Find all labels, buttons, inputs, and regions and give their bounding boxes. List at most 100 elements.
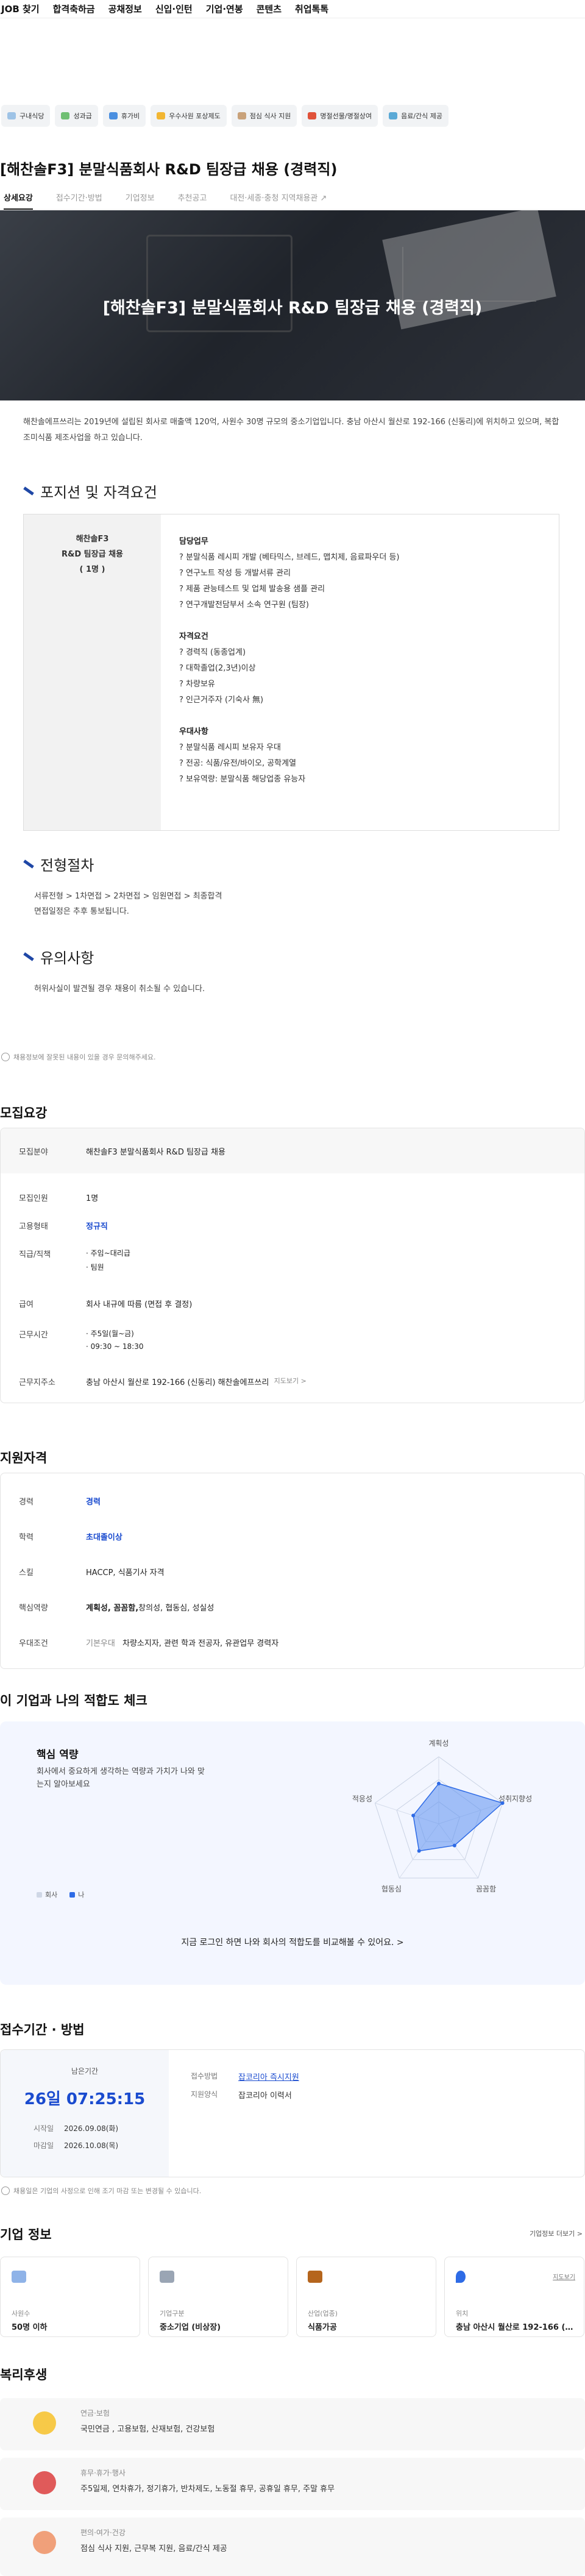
info-icon <box>1 1053 10 1061</box>
external-link-icon: ↗ <box>320 194 327 203</box>
building-icon <box>160 2271 174 2283</box>
company-more-link[interactable]: 기업정보 더보기 > <box>530 2229 583 2238</box>
report-note: 채용정보에 잘못된 내용이 있을 경우 문의해주세요. <box>1 1052 156 1062</box>
meal-icon <box>237 112 246 119</box>
caution-heading: 유의사항 <box>23 946 94 967</box>
caution-text: 허위사실이 발견될 경우 채용이 취소될 수 있습니다. <box>34 984 205 994</box>
top-nav: JOB 찾기 합격축하금 공채정보 신입·인턴 기업·연봉 콘텐츠 취업톡톡 <box>0 0 585 18</box>
position-box: 해찬솔F3 R&D 팀장급 채용 ( 1명 ) 담당업무 ? 분말식품 레시피 … <box>23 514 559 831</box>
people-icon <box>12 2271 26 2283</box>
process-text: 서류전형 > 1차면접 > 2차면접 > 임원면접 > 최종합격 면접일정은 추… <box>34 892 222 916</box>
radar-point <box>411 1813 416 1818</box>
info-icon <box>1 2186 10 2195</box>
position-heading: 포지션 및 자격요건 <box>23 480 157 502</box>
slash-icon <box>23 859 34 869</box>
legend-swatch <box>69 1891 76 1898</box>
apply-note: 채용일은 기업의 사정으로 인해 조기 마감 또는 변경될 수 있습니다. <box>1 2186 201 2196</box>
fit-heading: 이 기업과 나의 적합도 체크 <box>0 1693 147 1708</box>
briefcase-icon <box>308 2271 322 2283</box>
location-pin-icon <box>456 2271 466 2283</box>
company-card: 사원수 50명 이하 <box>0 2257 140 2337</box>
summary-card: 모집분야 해찬솔F3 분말식품회사 R&D 팀장급 채용 모집인원 1명 고용형태 정… <box>0 1128 585 1403</box>
tab-company[interactable]: 기업정보 <box>126 188 155 209</box>
deadline-panel: 남은기간 26일 07:25:15 시작일 2026.09.08(화) 마감일 … <box>1 2050 169 2177</box>
benefit-chip: 우수사원 포상제도 <box>151 105 227 127</box>
apply-method-link[interactable]: 잡코리아 즉시지원 <box>238 2071 299 2082</box>
qual-card: 경력 경력 학력 초대졸이상 스킬 HACCP, 식품기사 자격 핵심역량 계획성, 꼼… <box>0 1473 585 1669</box>
nav-intern[interactable]: 신입·인턴 <box>155 2 193 15</box>
legend-swatch <box>37 1891 42 1898</box>
benefit-chip: 음료/간식 제공 <box>383 105 449 127</box>
drink-icon <box>389 112 398 119</box>
benefit-chip: 점심 식사 지원 <box>231 105 297 127</box>
nav-job-search[interactable]: JOB 찾기 <box>1 2 40 15</box>
benefit-chips: 구내식당 성과급 휴가비 우수사원 포상제도 점심 식사 지원 명절선물/명절상… <box>1 105 449 127</box>
tab-apply[interactable]: 접수기간·방법 <box>56 188 102 209</box>
nav-talk[interactable]: 취업톡톡 <box>295 2 328 15</box>
hero-banner: [해찬솔F3] 분말식품회사 R&D 팀장급 채용 (경력직) <box>0 210 585 400</box>
duty-item: ? 연구노트 작성 등 개발서류 관리 <box>179 569 291 578</box>
company-heading: 기업 정보 <box>0 2227 52 2242</box>
hero-title: [해찬솔F3] 분말식품회사 R&D 팀장급 채용 (경력직) <box>102 299 483 318</box>
login-prompt[interactable]: 지금 로그인 하면 나와 회사의 적합도를 비교해볼 수 있어요. > <box>0 1936 585 1948</box>
company-card: 기업구분 중소기업 (비상장) <box>148 2257 288 2337</box>
trophy-icon <box>157 112 166 119</box>
welfare-item: 연금·보험 국민연금 , 고용보험, 산재보험, 건강보험 <box>0 2398 585 2450</box>
bonus-icon <box>61 112 70 119</box>
radar-point <box>452 1843 456 1848</box>
radar-axis-label: 꼼꼼함 <box>476 1885 496 1893</box>
nav-public[interactable]: 공채정보 <box>108 2 142 15</box>
process-heading: 전형절차 <box>23 853 94 875</box>
chart-legend: 회사 나 <box>37 1890 84 1899</box>
countdown: 26일 07:25:15 <box>24 2090 146 2108</box>
duty-item: ? 제품 관능테스트 및 업체 발송용 샘플 관리 <box>179 585 325 594</box>
slash-icon <box>23 486 34 496</box>
nav-company-salary[interactable]: 기업·연봉 <box>206 2 243 15</box>
nav-contents[interactable]: 콘텐츠 <box>257 2 282 15</box>
apply-card: 남은기간 26일 07:25:15 시작일 2026.09.08(화) 마감일 … <box>0 2049 585 2177</box>
job-title: [해찬솔F3] 분말식품회사 R&D 팀장급 채용 (경력직) <box>0 161 338 178</box>
welfare-item: 편의·여가·건강 점심 식사 지원, 근무복 지원, 음료/간식 제공 <box>0 2517 585 2576</box>
benefit-chip: 명절선물/명절상여 <box>302 105 378 127</box>
nav-bonus[interactable]: 합격축하금 <box>53 2 95 15</box>
slash-icon <box>23 952 34 961</box>
position-summary: 해찬솔F3 R&D 팀장급 채용 ( 1명 ) <box>24 514 161 830</box>
party-icon <box>33 2471 56 2494</box>
welfare-heading: 복리후생 <box>0 2368 48 2382</box>
radar-axis-label: 계획성 <box>428 1739 448 1748</box>
radar-point <box>437 1782 441 1785</box>
radar-axis-label: 적응성 <box>352 1795 372 1803</box>
vacation-icon <box>108 112 118 119</box>
piggy-bank-icon <box>33 2411 56 2435</box>
duty-item: ? 분말식품 레시피 개발 (베타믹스, 브레드, 맵치제, 음료파우더 등) <box>179 553 400 562</box>
welfare-item: 휴무·휴가·행사 주5일제, 연차휴가, 정기휴가, 반차제도, 노동절 휴무, … <box>0 2458 585 2510</box>
req-item: ? 차량보유 <box>179 680 215 689</box>
benefit-chip: 휴가비 <box>102 105 146 127</box>
detail-tabs: 상세요강 접수기간·방법 기업정보 추천공고 대전·세종·충청 지역채용관 ↗ <box>0 188 585 210</box>
pref-item: ? 분말식품 레시피 보유자 우대 <box>179 743 281 752</box>
radar-point <box>500 1801 505 1806</box>
gift-icon <box>308 112 317 119</box>
radar-axis-label: 협동심 <box>381 1885 402 1893</box>
req-item: ? 인근거주자 (기숙사 無) <box>179 696 264 705</box>
qual-heading: 지원자격 <box>0 1451 48 1465</box>
req-item: ? 대학졸업(2,3년)이상 <box>179 664 256 673</box>
coffee-icon <box>33 2531 56 2554</box>
summary-heading: 모집요강 <box>0 1106 48 1120</box>
req-item: ? 경력직 (동종업계) <box>179 648 246 657</box>
chart-image <box>402 247 536 302</box>
benefit-chip: 성과급 <box>55 105 98 127</box>
tab-region[interactable]: 대전·세종·충청 지역채용관 ↗ <box>230 188 327 209</box>
benefit-chip: 구내식당 <box>1 105 51 127</box>
tab-recommend[interactable]: 추천공고 <box>178 188 207 209</box>
company-card: 지도보기 위치 충남 아산시 월산로 192-166 (신동리) <box>444 2257 584 2337</box>
pref-item: ? 보유역량: 분말식품 해당업종 유능자 <box>179 775 306 784</box>
map-link[interactable]: 지도보기 <box>553 2272 575 2281</box>
apply-heading: 접수기간 · 방법 <box>0 2023 85 2037</box>
map-link[interactable]: 지도보기 > <box>274 1376 307 1387</box>
fit-panel: 핵심 역량 회사에서 중요하게 생각하는 역량과 가치가 나와 맞는지 알아보세… <box>0 1721 585 1985</box>
duty-item: ? 연구개발전담부서 소속 연구원 (팀장) <box>179 600 309 610</box>
tab-detail[interactable]: 상세요강 <box>4 188 33 210</box>
cafeteria-icon <box>7 112 16 119</box>
company-card: 산업(업종) 식품가공 <box>296 2257 436 2337</box>
